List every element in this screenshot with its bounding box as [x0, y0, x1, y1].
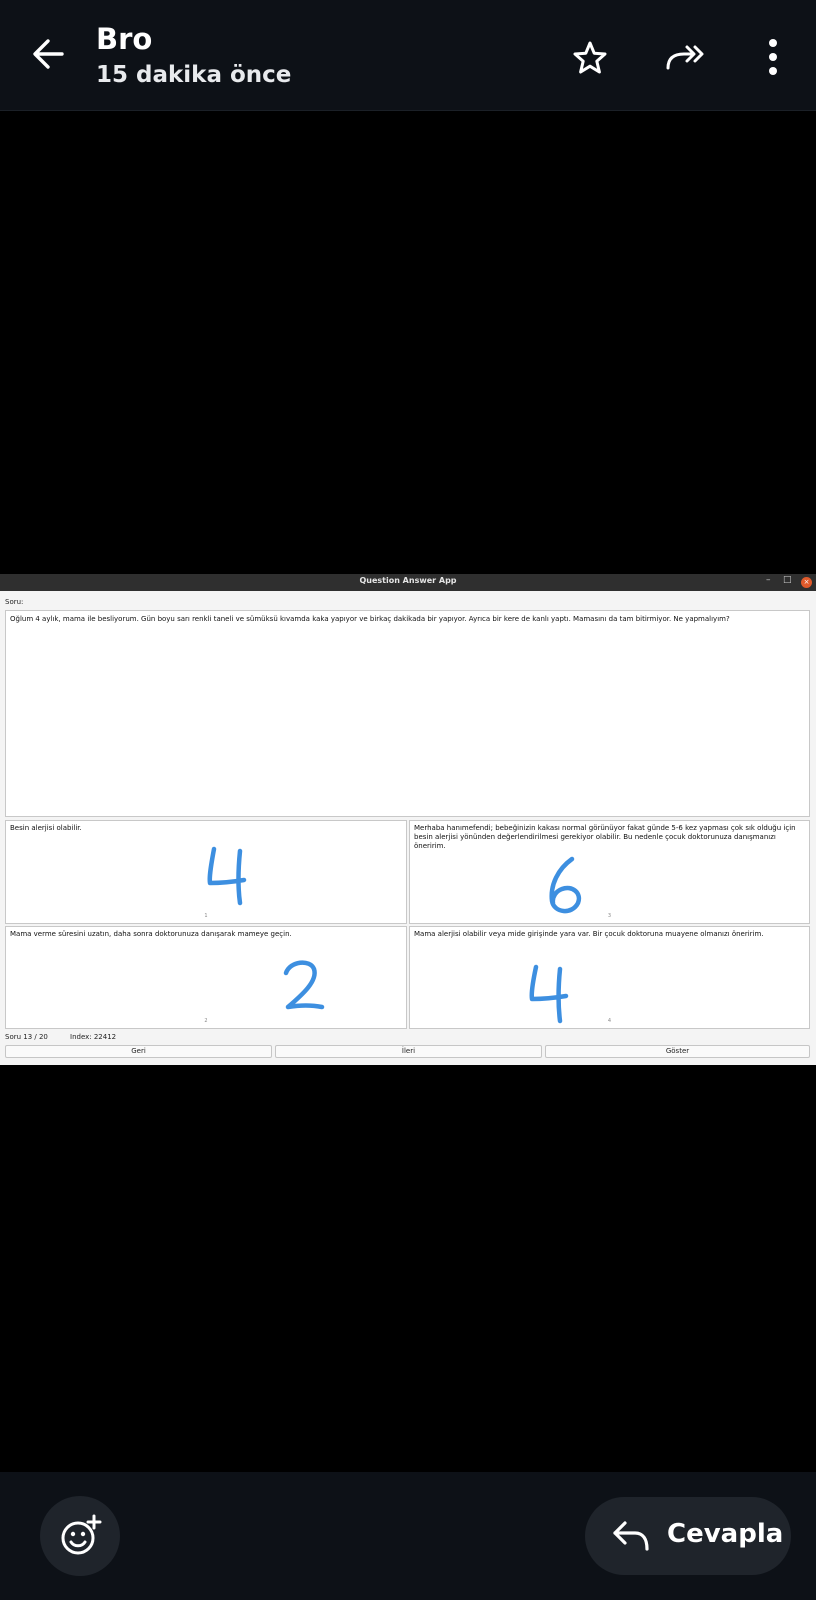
arrow-left-icon [33, 39, 64, 69]
chat-title: Bro [96, 22, 153, 56]
forward-button[interactable] [664, 38, 708, 78]
back-button[interactable] [28, 34, 68, 74]
add-reaction-icon [61, 1514, 102, 1555]
star-outline-icon [573, 41, 607, 74]
question-progress: Soru 13 / 20 [5, 1033, 48, 1041]
forward-all-icon [666, 45, 704, 70]
more-options-button[interactable] [758, 36, 788, 78]
window-title: Question Answer App [359, 576, 457, 585]
next-app-button: İleri [275, 1045, 542, 1058]
answer-box-2: Merhaba hanımefendi; bebeğinizin kakası … [409, 820, 810, 924]
handwritten-score [207, 846, 247, 906]
question-text: Oğlum 4 aylık, mama ile besliyorum. Gün … [5, 610, 810, 817]
minimize-icon: – [766, 575, 771, 585]
answer-box-1: Besin alerjisi olabilir. 1 [5, 820, 407, 924]
add-reaction-button[interactable] [40, 1496, 120, 1576]
question-label: Soru: [5, 598, 24, 606]
back-app-button: Geri [5, 1045, 272, 1058]
maximize-icon: □ [783, 575, 792, 585]
reply-button[interactable]: Cevapla [585, 1497, 791, 1575]
answer-box-3: Mama verme süresini uzatın, daha sonra d… [5, 926, 407, 1029]
handwritten-score [283, 960, 325, 1010]
bottom-action-bar: Cevapla [0, 1472, 816, 1600]
timestamp: 15 dakika önce [96, 62, 292, 88]
window-titlebar: Question Answer App – □ × [0, 574, 816, 591]
answer-number: 2 [204, 1018, 208, 1024]
answer-text: Besin alerjisi olabilir. [10, 824, 82, 832]
show-app-button: Göster [545, 1045, 810, 1058]
attached-screenshot: Question Answer App – □ × Soru: Oğlum 4 … [0, 574, 816, 1065]
answer-number: 4 [607, 1018, 612, 1024]
handwritten-score [529, 964, 569, 1024]
index-label: Index: 22412 [70, 1033, 117, 1041]
reply-label: Cevapla [667, 1519, 784, 1549]
top-app-bar: Bro 15 dakika önce [0, 0, 816, 111]
answer-number: 3 [607, 913, 612, 919]
answer-text: Mama verme süresini uzatın, daha sonra d… [10, 930, 292, 938]
reply-icon [613, 1521, 649, 1551]
more-vertical-icon [769, 39, 777, 75]
star-button[interactable] [570, 38, 610, 78]
close-icon: × [801, 577, 812, 588]
answer-box-4: Mama alerjisi olabilir veya mide girişin… [409, 926, 810, 1029]
answer-number: 1 [204, 913, 208, 919]
answer-text: Merhaba hanımefendi; bebeğinizin kakası … [414, 824, 796, 850]
handwritten-score [549, 856, 582, 914]
answer-text: Mama alerjisi olabilir veya mide girişin… [414, 930, 764, 938]
